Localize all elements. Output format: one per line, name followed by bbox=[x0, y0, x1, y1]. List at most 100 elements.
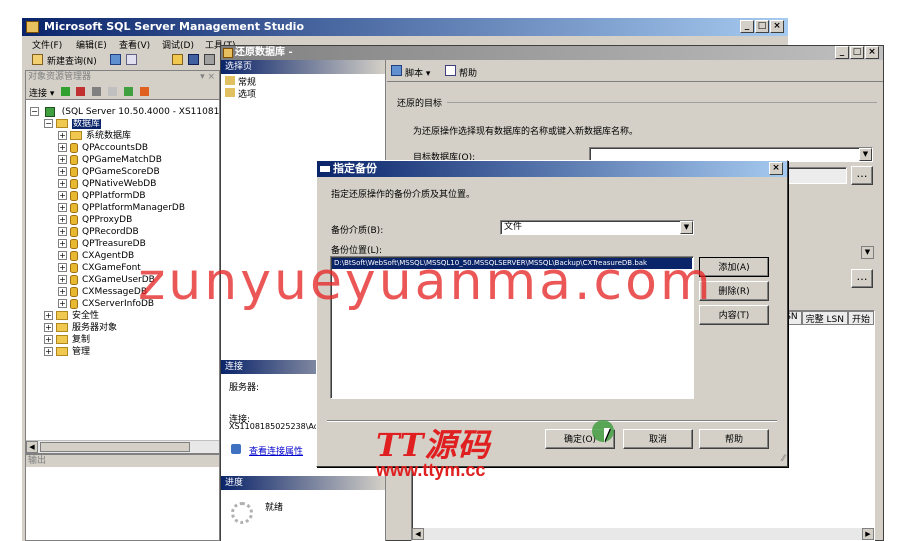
filter-icon[interactable] bbox=[108, 87, 117, 96]
help-icon[interactable] bbox=[445, 65, 456, 76]
maximize-button[interactable]: □ bbox=[850, 46, 864, 59]
grid-hscroll[interactable]: ◀ ▶ bbox=[412, 528, 874, 540]
grid-col-full-lsn[interactable]: 完整 LSN bbox=[801, 311, 848, 325]
tree-database-item[interactable]: + CXMessageDB bbox=[58, 286, 147, 298]
tree-database-item[interactable]: + CXServerInfoDB bbox=[58, 298, 154, 310]
expand-icon[interactable]: + bbox=[58, 215, 67, 224]
expand-icon[interactable]: + bbox=[44, 311, 53, 320]
tree-database-item[interactable]: + QPPlatformDB bbox=[58, 190, 146, 202]
expand-icon[interactable]: + bbox=[44, 347, 53, 356]
source-browse-button[interactable]: … bbox=[851, 269, 873, 288]
script-button[interactable]: 脚本 ▾ bbox=[405, 66, 430, 79]
expand-icon[interactable]: + bbox=[58, 203, 67, 212]
menu-debug[interactable]: 调试(D) bbox=[162, 38, 194, 51]
tree-system-db-node[interactable]: + 系统数据库 bbox=[58, 130, 131, 142]
menu-edit[interactable]: 编辑(E) bbox=[76, 38, 107, 51]
minimize-button[interactable]: _ bbox=[835, 46, 849, 59]
connect-button[interactable]: 连接 ▾ bbox=[29, 86, 54, 99]
tree-database-item[interactable]: + QPProxyDB bbox=[58, 214, 132, 226]
toolbar-copy-icon[interactable] bbox=[126, 54, 137, 65]
expand-icon[interactable]: + bbox=[58, 179, 67, 188]
expand-icon[interactable]: + bbox=[58, 191, 67, 200]
tree-database-item[interactable]: + CXGameUserDB bbox=[58, 274, 155, 286]
scroll-left-icon[interactable]: ◀ bbox=[412, 528, 424, 540]
menu-file[interactable]: 文件(F) bbox=[32, 38, 62, 51]
close-button[interactable]: × bbox=[865, 46, 879, 59]
expand-icon[interactable]: + bbox=[44, 335, 53, 344]
collapse-icon[interactable]: − bbox=[44, 119, 53, 128]
disconnect-icon[interactable] bbox=[76, 87, 85, 96]
close-button[interactable]: × bbox=[769, 162, 783, 175]
expand-icon[interactable]: + bbox=[58, 287, 67, 296]
stop-icon[interactable] bbox=[92, 87, 101, 96]
remove-button[interactable]: 删除(R) bbox=[699, 281, 769, 301]
close-button[interactable]: × bbox=[770, 20, 784, 33]
expand-icon[interactable]: + bbox=[58, 131, 67, 140]
restore-toolbar: 脚本 ▾ 帮助 bbox=[387, 60, 883, 82]
toolbar-print-icon[interactable] bbox=[204, 54, 215, 65]
help-button[interactable]: 帮助 bbox=[699, 429, 769, 449]
expand-icon[interactable]: + bbox=[58, 143, 67, 152]
source-combo[interactable]: ▼ bbox=[861, 246, 874, 259]
refresh-icon[interactable] bbox=[124, 87, 133, 96]
page-options[interactable]: 选项 bbox=[225, 88, 256, 100]
backup-location-item[interactable]: D:\BtSoft\WebSoft\MSSQL\MSSQL10_50.MSSQL… bbox=[332, 258, 692, 269]
contents-button[interactable]: 内容(T) bbox=[699, 305, 769, 325]
expand-icon[interactable]: + bbox=[58, 155, 67, 164]
add-button[interactable]: 添加(A) bbox=[699, 257, 769, 277]
toolbar-open-icon[interactable] bbox=[110, 54, 121, 65]
database-label: QPGameScoreDB bbox=[82, 167, 160, 177]
connect-db-icon[interactable] bbox=[61, 87, 70, 96]
scroll-left-icon[interactable]: ◀ bbox=[26, 441, 38, 453]
tree-databases-node[interactable]: − 数据库 bbox=[44, 118, 102, 130]
pin-icon[interactable]: ▾ × bbox=[200, 71, 215, 84]
maximize-button[interactable]: □ bbox=[755, 20, 769, 33]
expand-icon[interactable]: + bbox=[44, 323, 53, 332]
expand-icon[interactable]: + bbox=[58, 251, 67, 260]
script-icon[interactable] bbox=[391, 65, 402, 76]
tree-database-item[interactable]: + QPTreasureDB bbox=[58, 238, 146, 250]
backup-location-list[interactable]: D:\BtSoft\WebSoft\MSSQL\MSSQL10_50.MSSQL… bbox=[330, 256, 694, 399]
grid-col-start[interactable]: 开始 bbox=[847, 311, 874, 325]
tree-database-item[interactable]: + CXAgentDB bbox=[58, 250, 134, 262]
tree-database-item[interactable]: + QPGameScoreDB bbox=[58, 166, 160, 178]
progress-header: 进度 bbox=[221, 476, 385, 490]
tree-top-node[interactable]: + 复制 bbox=[44, 334, 90, 346]
tree-server-node[interactable]: − (SQL Server 10.50.4000 - XS1108185 bbox=[30, 106, 231, 118]
expand-icon[interactable]: + bbox=[58, 299, 67, 308]
object-explorer-hscroll[interactable]: ◀ bbox=[26, 440, 219, 453]
scroll-right-icon[interactable]: ▶ bbox=[862, 528, 874, 540]
summary-icon[interactable] bbox=[140, 87, 149, 96]
help-link[interactable]: 帮助 bbox=[459, 66, 477, 79]
expand-icon[interactable]: + bbox=[58, 227, 67, 236]
collapse-icon[interactable]: − bbox=[30, 107, 39, 116]
timeline-browse-button[interactable]: … bbox=[851, 166, 873, 185]
scroll-thumb[interactable] bbox=[40, 442, 190, 452]
minimize-button[interactable]: _ bbox=[740, 20, 754, 33]
combo-arrow-icon[interactable]: ▼ bbox=[680, 221, 693, 234]
backup-media-select[interactable]: 文件 ▼ bbox=[500, 220, 694, 235]
menu-view[interactable]: 查看(V) bbox=[119, 38, 150, 51]
tree-database-item[interactable]: + QPNativeWebDB bbox=[58, 178, 156, 190]
target-hint: 为还原操作选择现有数据库的名称或键入新数据库名称。 bbox=[413, 127, 639, 137]
tree-database-item[interactable]: + QPRecordDB bbox=[58, 226, 139, 238]
new-query-button[interactable]: 新建查询(N) bbox=[47, 54, 97, 67]
tree-top-node[interactable]: + 安全性 bbox=[44, 310, 99, 322]
tree-top-node[interactable]: + 管理 bbox=[44, 346, 90, 358]
combo-arrow-icon[interactable]: ▼ bbox=[859, 148, 872, 161]
tree-database-item[interactable]: + QPAccountsDB bbox=[58, 142, 148, 154]
expand-icon[interactable]: + bbox=[58, 275, 67, 284]
tree-database-item[interactable]: + QPPlatformManagerDB bbox=[58, 202, 185, 214]
expand-icon[interactable]: + bbox=[58, 167, 67, 176]
toolbar-folder-icon[interactable] bbox=[172, 54, 183, 65]
view-connection-properties-link[interactable]: 查看连接属性 bbox=[249, 444, 303, 457]
resize-grip-icon[interactable]: ⁄⁄ bbox=[782, 454, 785, 464]
page-general[interactable]: 常规 bbox=[225, 76, 256, 88]
expand-icon[interactable]: + bbox=[58, 239, 67, 248]
tree-top-node[interactable]: + 服务器对象 bbox=[44, 322, 117, 334]
tree-database-item[interactable]: + CXGameFont bbox=[58, 262, 141, 274]
cancel-button[interactable]: 取消 bbox=[623, 429, 693, 449]
expand-icon[interactable]: + bbox=[58, 263, 67, 272]
toolbar-save-icon[interactable] bbox=[188, 54, 199, 65]
tree-database-item[interactable]: + QPGameMatchDB bbox=[58, 154, 162, 166]
